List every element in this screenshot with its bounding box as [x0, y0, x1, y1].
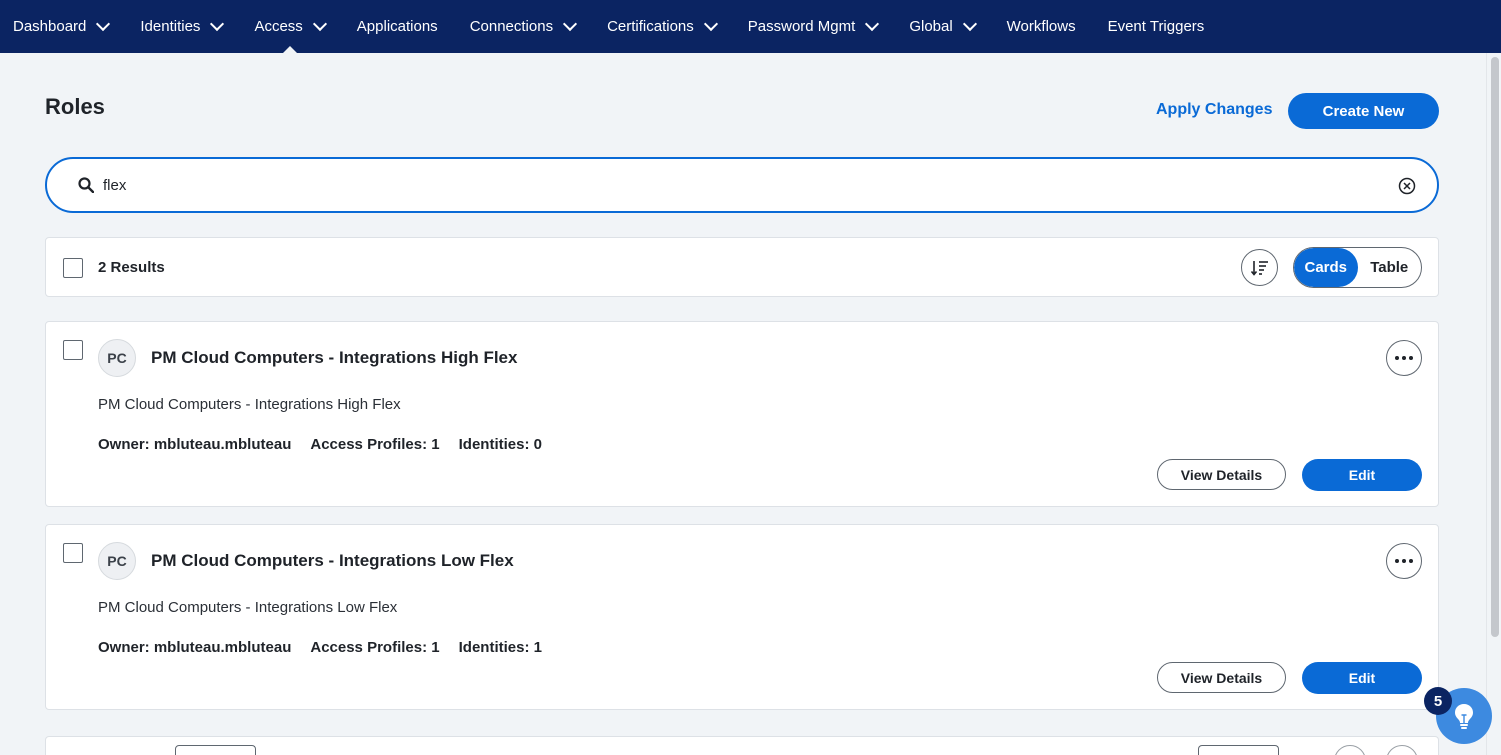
results-toolbar: 2 Results Cards Table [45, 237, 1439, 297]
prev-page-button[interactable] [1334, 745, 1366, 755]
chevron-down-icon [312, 16, 327, 32]
nav-item-global[interactable]: Global [909, 0, 977, 53]
nav-label: Dashboard [13, 18, 87, 35]
identities-label: Identities: 0 [458, 436, 542, 453]
chevron-down-icon [96, 16, 111, 32]
chevron-down-icon [563, 16, 578, 32]
nav-item-dashboard[interactable]: Dashboard [13, 0, 111, 53]
chevron-down-icon [210, 16, 225, 32]
scrollbar-thumb[interactable] [1491, 57, 1499, 637]
more-options-button[interactable] [1386, 543, 1422, 579]
card-meta: Owner: mbluteau.mbluteau Access Profiles… [98, 436, 561, 453]
access-profiles-label: Access Profiles: 1 [310, 436, 440, 453]
card-description: PM Cloud Computers - Integrations Low Fl… [98, 599, 398, 616]
sort-button[interactable] [1241, 249, 1278, 286]
chevron-down-icon [703, 16, 718, 32]
view-details-button[interactable]: View Details [1157, 662, 1286, 693]
nav-item-applications[interactable]: Applications [357, 0, 438, 53]
avatar: PC [98, 339, 136, 377]
role-card: PC PM Cloud Computers - Integrations Low… [45, 524, 1439, 710]
ellipsis-icon [1395, 356, 1399, 360]
next-page-button[interactable] [1386, 745, 1418, 755]
card-checkbox[interactable] [63, 340, 83, 360]
nav-label: Workflows [1006, 18, 1076, 35]
nav-label: Applications [356, 18, 438, 35]
card-meta: Owner: mbluteau.mbluteau Access Profiles… [98, 639, 561, 656]
page-scrollbar[interactable] [1486, 53, 1501, 755]
toggle-cards[interactable]: Cards [1294, 248, 1358, 287]
active-indicator [282, 46, 297, 53]
nav-item-identities[interactable]: Identities [140, 0, 225, 53]
page-size-select[interactable] [175, 745, 256, 755]
sort-icon [1250, 260, 1268, 276]
nav-label: Identities [140, 18, 201, 35]
card-description: PM Cloud Computers - Integrations High F… [98, 396, 401, 413]
nav-label: Password Mgmt [747, 18, 856, 35]
top-navigation: Dashboard Identities Access Applications… [0, 0, 1501, 53]
more-options-button[interactable] [1386, 340, 1422, 376]
chevron-down-icon [962, 16, 977, 32]
nav-label: Access [254, 18, 303, 35]
nav-item-access[interactable]: Access [254, 0, 327, 53]
nav-label: Connections [469, 18, 554, 35]
lightbulb-icon [1455, 704, 1473, 729]
nav-item-event-triggers[interactable]: Event Triggers [1108, 0, 1205, 53]
page-number-select[interactable] [1198, 745, 1279, 755]
apply-changes-link[interactable]: Apply Changes [1156, 101, 1272, 119]
card-title[interactable]: PM Cloud Computers - Integrations High F… [151, 348, 517, 368]
nav-item-connections[interactable]: Connections [469, 0, 578, 53]
nav-label: Certifications [607, 18, 694, 35]
chevron-down-icon [865, 16, 880, 32]
toggle-table[interactable]: Table [1358, 248, 1422, 287]
edit-button[interactable]: Edit [1302, 662, 1422, 694]
nav-item-certifications[interactable]: Certifications [607, 0, 718, 53]
clear-circle-icon[interactable] [1398, 177, 1416, 195]
card-checkbox[interactable] [63, 543, 83, 563]
view-details-button[interactable]: View Details [1157, 459, 1286, 490]
nav-label: Event Triggers [1107, 18, 1205, 35]
nav-item-password-mgmt[interactable]: Password Mgmt [747, 0, 880, 53]
search-box [45, 157, 1439, 213]
view-toggle: Cards Table [1293, 247, 1422, 288]
owner-label: Owner: mbluteau.mbluteau [98, 436, 292, 453]
role-card: PC PM Cloud Computers - Integrations Hig… [45, 321, 1439, 507]
search-icon [78, 177, 94, 193]
edit-button[interactable]: Edit [1302, 459, 1422, 491]
card-title[interactable]: PM Cloud Computers - Integrations Low Fl… [151, 551, 514, 571]
pagination-bar [45, 736, 1439, 755]
notification-badge: 5 [1424, 687, 1452, 715]
ellipsis-icon [1395, 559, 1399, 563]
nav-item-workflows[interactable]: Workflows [1007, 0, 1076, 53]
identities-label: Identities: 1 [458, 639, 542, 656]
owner-label: Owner: mbluteau.mbluteau [98, 639, 292, 656]
access-profiles-label: Access Profiles: 1 [310, 639, 440, 656]
avatar: PC [98, 542, 136, 580]
search-input[interactable] [103, 173, 1373, 197]
nav-label: Global [909, 18, 953, 35]
page-title: Roles [45, 94, 105, 119]
create-new-button[interactable]: Create New [1288, 93, 1439, 129]
results-count: 2 Results [98, 259, 165, 276]
select-all-checkbox[interactable] [63, 258, 83, 278]
